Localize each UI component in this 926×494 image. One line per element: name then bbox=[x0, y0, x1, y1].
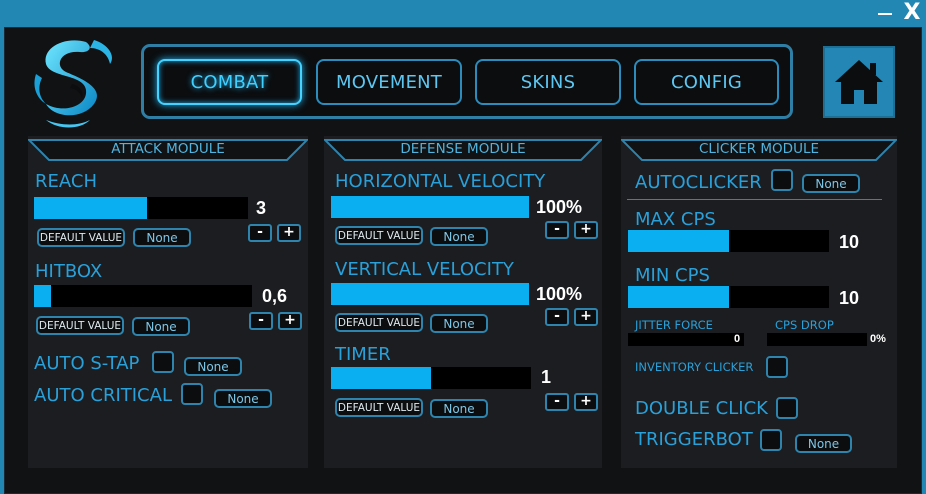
tab-skins[interactable]: SKINS bbox=[475, 59, 621, 105]
min-cps-value: 10 bbox=[839, 288, 860, 308]
vertical-velocity-label: VERTICAL VELOCITY bbox=[335, 259, 514, 280]
horizontal-plus-button[interactable]: + bbox=[574, 221, 598, 239]
triggerbot-label: TRIGGERBOT bbox=[635, 429, 753, 450]
attack-module-header: ATTACK MODULE bbox=[28, 136, 308, 162]
triggerbot-checkbox[interactable] bbox=[760, 429, 782, 451]
timer-minus-button[interactable]: - bbox=[545, 393, 569, 411]
vertical-velocity-slider-fill bbox=[331, 283, 529, 305]
min-cps-slider-fill bbox=[628, 286, 729, 308]
vertical-keybind-button[interactable]: None bbox=[430, 314, 488, 333]
reach-plus-button[interactable]: + bbox=[277, 224, 301, 242]
horizontal-velocity-value: 100% bbox=[536, 197, 583, 217]
reach-slider-fill bbox=[34, 197, 148, 219]
min-cps-label: MIN CPS bbox=[635, 265, 710, 286]
hitbox-label: HITBOX bbox=[35, 261, 103, 282]
vertical-velocity-slider[interactable] bbox=[331, 283, 529, 305]
hitbox-slider[interactable] bbox=[34, 285, 252, 307]
autoclicker-keybind-button[interactable]: None bbox=[802, 174, 860, 193]
auto-critical-checkbox[interactable] bbox=[181, 383, 203, 405]
attack-module-panel: ATTACK MODULE REACH 3 DEFAULT VALUE None… bbox=[28, 136, 308, 468]
horizontal-default-button[interactable]: DEFAULT VALUE bbox=[335, 226, 423, 245]
auto-stap-checkbox[interactable] bbox=[152, 351, 174, 373]
clicker-module-title: CLICKER MODULE bbox=[698, 141, 819, 157]
vertical-default-button[interactable]: DEFAULT VALUE bbox=[335, 313, 423, 332]
attack-module-title: ATTACK MODULE bbox=[111, 141, 225, 157]
tab-movement[interactable]: MOVEMENT bbox=[316, 59, 462, 105]
close-button[interactable]: X bbox=[902, 0, 922, 26]
horizontal-velocity-label: HORIZONTAL VELOCITY bbox=[335, 171, 546, 192]
hitbox-value: 0,6 bbox=[262, 286, 288, 306]
hitbox-default-button[interactable]: DEFAULT VALUE bbox=[36, 316, 124, 335]
reach-keybind-button[interactable]: None bbox=[133, 228, 191, 247]
horizontal-velocity-slider-fill bbox=[331, 196, 529, 218]
jitter-force-slider[interactable] bbox=[628, 333, 744, 346]
timer-label: TIMER bbox=[335, 344, 391, 365]
timer-slider-fill bbox=[331, 367, 431, 389]
logo-icon bbox=[34, 40, 113, 128]
minimize-icon[interactable] bbox=[876, 0, 894, 20]
reach-value: 3 bbox=[256, 198, 267, 218]
min-cps-slider[interactable] bbox=[628, 286, 829, 308]
reach-slider[interactable] bbox=[34, 197, 248, 219]
timer-value: 1 bbox=[541, 367, 552, 387]
divider bbox=[627, 199, 882, 200]
double-click-label: DOUBLE CLICK bbox=[635, 398, 768, 419]
app-window: X COMBAT MOVEMENT SKINS CONFIG ATTACK MO… bbox=[0, 0, 926, 494]
max-cps-label: MAX CPS bbox=[635, 209, 716, 230]
cps-drop-slider[interactable] bbox=[767, 333, 867, 346]
cps-drop-label: CPS DROP bbox=[775, 318, 834, 332]
timer-slider[interactable] bbox=[331, 367, 531, 389]
tab-combat[interactable]: COMBAT bbox=[157, 59, 302, 105]
reach-default-button[interactable]: DEFAULT VALUE bbox=[37, 228, 125, 247]
home-button[interactable] bbox=[823, 46, 895, 118]
inventory-clicker-label: INVENTORY CLICKER bbox=[635, 360, 754, 374]
horizontal-velocity-slider[interactable] bbox=[331, 196, 529, 218]
horizontal-keybind-button[interactable]: None bbox=[430, 227, 488, 246]
defense-module-panel: DEFENSE MODULE HORIZONTAL VELOCITY 100% … bbox=[324, 136, 602, 468]
horizontal-minus-button[interactable]: - bbox=[545, 221, 569, 239]
triggerbot-keybind-button[interactable]: None bbox=[795, 434, 852, 453]
double-click-checkbox[interactable] bbox=[776, 397, 798, 419]
autoclicker-checkbox[interactable] bbox=[771, 169, 793, 191]
defense-module-title: DEFENSE MODULE bbox=[400, 141, 526, 157]
home-icon bbox=[835, 60, 883, 104]
hitbox-minus-button[interactable]: - bbox=[249, 312, 273, 330]
timer-plus-button[interactable]: + bbox=[574, 393, 598, 411]
tab-config[interactable]: CONFIG bbox=[634, 59, 779, 105]
clicker-module-header: CLICKER MODULE bbox=[621, 136, 897, 162]
reach-minus-button[interactable]: - bbox=[248, 224, 272, 242]
inventory-clicker-checkbox[interactable] bbox=[766, 356, 788, 378]
auto-critical-label: AUTO CRITICAL bbox=[34, 385, 172, 406]
jitter-force-value: 0 bbox=[734, 333, 741, 345]
autoclicker-label: AUTOCLICKER bbox=[635, 172, 762, 193]
max-cps-value: 10 bbox=[839, 232, 860, 252]
timer-keybind-button[interactable]: None bbox=[430, 399, 488, 418]
cps-drop-value: 0% bbox=[870, 333, 886, 345]
jitter-force-label: JITTER FORCE bbox=[635, 318, 713, 332]
reach-label: REACH bbox=[35, 171, 97, 192]
auto-stap-keybind-button[interactable]: None bbox=[184, 357, 242, 376]
auto-stap-label: AUTO S-TAP bbox=[34, 353, 140, 374]
clicker-module-panel: CLICKER MODULE AUTOCLICKER None MAX CPS … bbox=[621, 136, 897, 468]
hitbox-slider-fill bbox=[34, 285, 52, 307]
max-cps-slider[interactable] bbox=[628, 230, 829, 252]
hitbox-keybind-button[interactable]: None bbox=[132, 317, 190, 336]
max-cps-slider-fill bbox=[628, 230, 729, 252]
hitbox-plus-button[interactable]: + bbox=[278, 312, 302, 330]
vertical-plus-button[interactable]: + bbox=[574, 308, 598, 326]
auto-critical-keybind-button[interactable]: None bbox=[214, 389, 272, 408]
defense-module-header: DEFENSE MODULE bbox=[324, 136, 602, 162]
vertical-minus-button[interactable]: - bbox=[545, 308, 569, 326]
timer-default-button[interactable]: DEFAULT VALUE bbox=[335, 398, 423, 417]
vertical-velocity-value: 100% bbox=[536, 284, 583, 304]
